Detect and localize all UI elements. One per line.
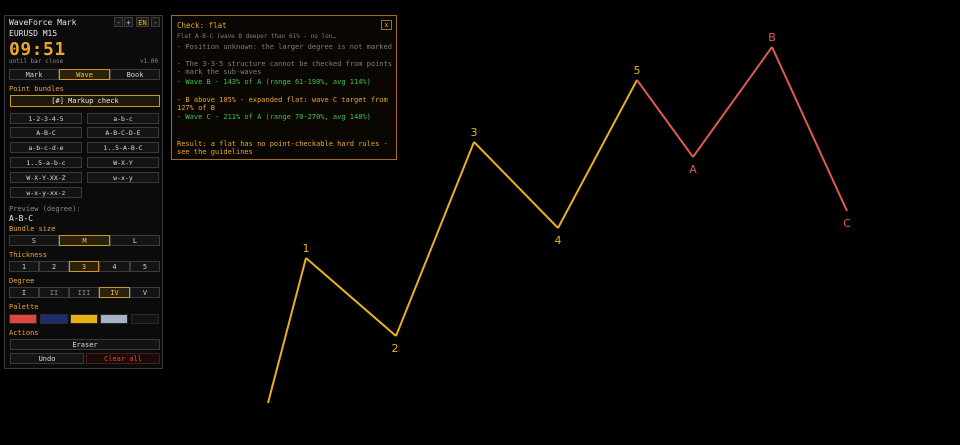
thickness-label: Thickness [9,251,47,259]
palette-swatch-black[interactable] [131,314,159,324]
check-line-wave-c: - Wave C - 211% of A (range 70-270%, avg… [177,113,371,121]
tab-mark[interactable]: Mark [9,69,59,80]
check-line-structure: - The 3-3-5 structure cannot be checked … [177,60,392,76]
panel-title: WaveForce Mark [9,18,77,27]
wave-segment[interactable] [636,79,694,158]
palette-label: Palette [9,303,39,311]
wave-label[interactable]: C [843,217,851,230]
wave-segment[interactable] [395,141,475,337]
language-button[interactable]: EN [136,17,149,27]
bundle-WXYXXZ[interactable]: W-X-Y-XX-Z [10,172,82,183]
wave-label[interactable]: 2 [392,342,399,355]
bundle-size-label: Bundle size [9,225,56,233]
check-popup: Check: flat x Flat A-B-C (wave B deeper … [171,15,397,160]
wave-label[interactable]: 1 [303,242,310,255]
degree-I[interactable]: I [9,287,39,298]
tab-book[interactable]: Book [110,69,160,80]
close-button[interactable]: x [381,20,392,30]
degree-II[interactable]: II [39,287,69,298]
check-line-expanded-flat: - B above 105% - expanded flat: wave C t… [177,96,388,112]
bundle-wxy[interactable]: w-x-y [87,172,159,183]
minimize-button[interactable]: - [114,17,123,27]
wave-segment[interactable] [692,46,773,158]
thickness-2[interactable]: 2 [39,261,69,272]
clear-all-button[interactable]: Clear all [86,353,160,364]
check-title: Check: flat [177,21,227,30]
control-panel: WaveForce Mark - + EN - EURUSD M15 09:51… [4,15,163,369]
wave-label[interactable]: 5 [634,64,641,77]
wave-segment[interactable] [473,141,559,229]
wave-segment[interactable] [267,257,307,404]
point-bundles-label: Point bundles [9,85,64,93]
size-l[interactable]: L [110,235,160,246]
bundle-12345[interactable]: 1-2-3-4-5 [10,113,82,124]
eraser-button[interactable]: Eraser [10,339,160,350]
thickness-4[interactable]: 4 [99,261,130,272]
bundle-ABC[interactable]: A-B-C [10,127,82,138]
palette-swatch-navy[interactable] [40,314,68,324]
preview-label: Preview (degree): [9,205,81,213]
check-result: Result: a flat has no point-checkable ha… [177,140,388,156]
size-s[interactable]: S [9,235,59,246]
collapse-button[interactable]: - [151,17,160,27]
maximize-button[interactable]: + [124,17,133,27]
wave-label[interactable]: 3 [471,126,478,139]
bundle-WXY[interactable]: W-X-Y [87,157,159,168]
size-m[interactable]: M [59,235,110,246]
actions-label: Actions [9,329,39,337]
bundle-abc[interactable]: a-b-c [87,113,159,124]
tab-wave[interactable]: Wave [59,69,110,80]
degree-label: Degree [9,277,35,285]
undo-button[interactable]: Undo [10,353,84,364]
wave-label[interactable]: A [689,163,697,176]
until-label: until bar close [9,58,64,65]
degree-IV[interactable]: IV [99,287,130,298]
palette-swatch-gray[interactable] [100,314,128,324]
bundle-15-ABC[interactable]: 1..5-A-B-C [87,142,159,153]
wave-label[interactable]: B [768,31,776,44]
thickness-5[interactable]: 5 [130,261,160,272]
bundle-abcde[interactable]: a-b-c-d-e [10,142,82,153]
wave-segment[interactable] [305,257,397,337]
wave-label[interactable]: 4 [555,234,562,247]
markup-check-button[interactable]: [#] Markup check [10,95,160,107]
wave-segment[interactable] [771,46,848,212]
check-header: Flat A-B-C (wave B deeper than 61% - no … [177,33,336,40]
preview-value: A-B-C [9,214,34,223]
bar-clock: 09:51 [9,39,66,60]
degree-III[interactable]: III [69,287,99,298]
bundle-wxyxxz[interactable]: w-x-y-xx-z [10,187,82,198]
palette-swatch-red[interactable] [9,314,37,324]
bundle-15-abc[interactable]: 1..5-a-b-c [10,157,82,168]
bundle-ABCDE[interactable]: A-B-C-D-E [87,127,159,138]
version-label: v1.00 [139,58,158,65]
palette-swatch-yellow[interactable] [70,314,98,324]
wave-segment[interactable] [557,79,638,229]
thickness-3[interactable]: 3 [69,261,99,272]
check-line-position: - Position unknown: the larger degree is… [177,43,392,51]
thickness-1[interactable]: 1 [9,261,39,272]
check-line-wave-b: - Wave B - 143% of A (range 61-190%, avg… [177,78,371,86]
symbol-timeframe: EURUSD M15 [9,29,58,38]
degree-V[interactable]: V [130,287,160,298]
